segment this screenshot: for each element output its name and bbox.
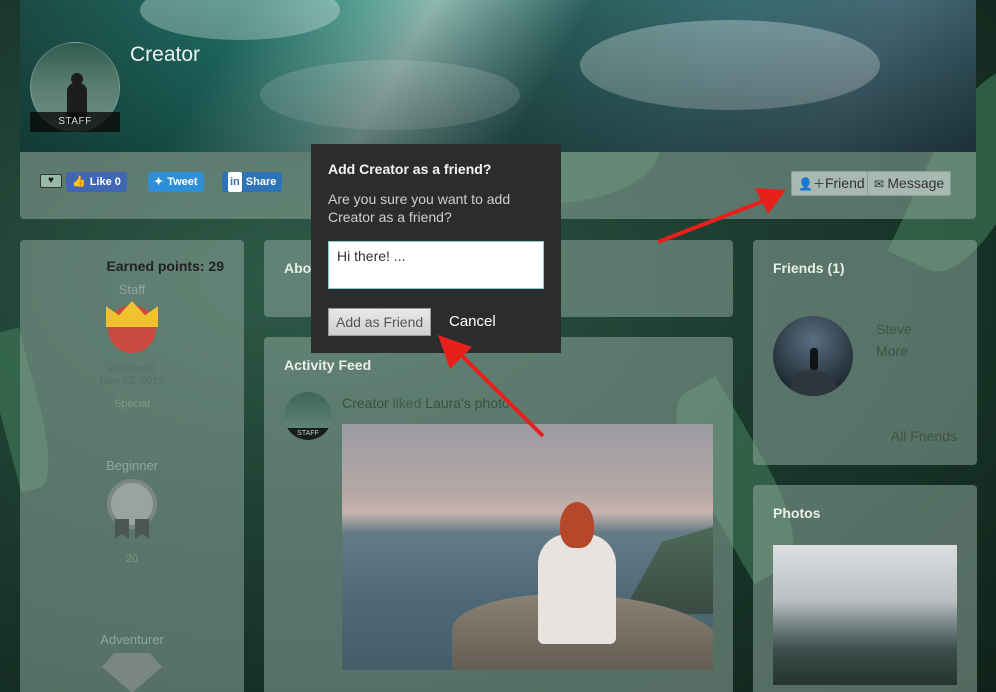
gem-badge-icon [102,653,162,692]
badge-beginner[interactable]: Beginner 20 [20,458,244,565]
feed-photo[interactable] [342,424,713,670]
earned-points: Earned points: 29 [106,258,224,274]
photo-thumbnail[interactable] [773,545,957,685]
heart-icon[interactable]: ♥ [40,174,62,188]
feed-object-link[interactable]: Laura's photo [425,395,509,411]
dialog-title: Add Creator as a friend? [328,161,492,177]
feed-verb: liked [388,395,426,411]
activity-feed-panel: Activity Feed STAFF Creator liked Laura'… [264,337,733,692]
add-friend-button[interactable]: 👤＋Friend [791,171,872,196]
friends-panel: Friends (1) Steve More All Friends [753,240,977,465]
photos-title: Photos [773,505,821,521]
about-title: Abo [284,260,312,276]
crown-badge-icon [102,301,162,353]
facebook-like-button[interactable]: 👍 Like 0 [66,172,127,192]
friend-last-name: More [876,343,908,359]
badge-title: Beginner [105,458,159,473]
linkedin-share-button[interactable]: in Share [222,172,283,192]
profile-avatar[interactable]: STAFF [30,42,120,132]
dialog-message: Are you sure you want to add Creator as … [328,191,511,225]
linkedin-icon: in [228,172,242,192]
envelope-icon: ✉ [874,177,888,191]
add-as-friend-button[interactable]: Add as Friend [328,308,432,336]
staff-badge: STAFF [30,112,120,132]
badge-received-date: Nov 22, 2019 [99,375,165,387]
badge-received-label: Received: [107,363,157,375]
badge-title: Adventurer [100,632,164,647]
medal-badge-icon [107,479,157,539]
badge-staff[interactable]: Staff Received: Nov 22, 2019 Special [20,282,244,410]
friend-first-name: Steve [876,321,912,337]
badge-title: Staff [118,282,146,297]
profile-name: Creator [130,43,201,66]
add-friend-dialog: Add Creator as a friend? Are you sure yo… [311,144,561,353]
feed-item-text: Creator liked Laura's photo [342,395,510,411]
message-button[interactable]: ✉ Message [867,171,952,196]
activity-feed-title: Activity Feed [284,357,372,373]
staff-badge: STAFF [284,428,332,440]
friend-avatar[interactable] [773,316,853,396]
tweet-label: Tweet [167,176,198,188]
badges-panel: Earned points: 29 Staff Received: Nov 22… [20,240,244,692]
like-label: Like 0 [89,176,121,188]
all-friends-link[interactable]: All Friends [891,428,957,444]
cancel-button[interactable]: Cancel [449,313,496,330]
thumbs-up-icon: 👍 [72,176,86,188]
feed-actor-link[interactable]: Creator [342,395,389,411]
cover-photo [20,0,976,152]
badge-adventurer[interactable]: Adventurer [20,632,244,692]
user-plus-icon: 👤＋ [798,177,825,191]
message-label: Message [887,175,945,191]
share-label: Share [245,176,277,188]
badge-points: 20 [125,553,139,565]
tweet-button[interactable]: ✦ Tweet [148,172,204,192]
feed-item-avatar[interactable]: STAFF [284,392,332,440]
friend-name-link[interactable]: Steve More [876,318,912,362]
photos-panel: Photos [753,485,977,692]
friend-label: Friend [824,175,865,191]
twitter-icon: ✦ [154,176,164,188]
badge-tag: Special [113,398,151,410]
friend-request-message-input[interactable]: Hi there! ... [328,241,544,289]
friends-title: Friends (1) [773,260,845,276]
